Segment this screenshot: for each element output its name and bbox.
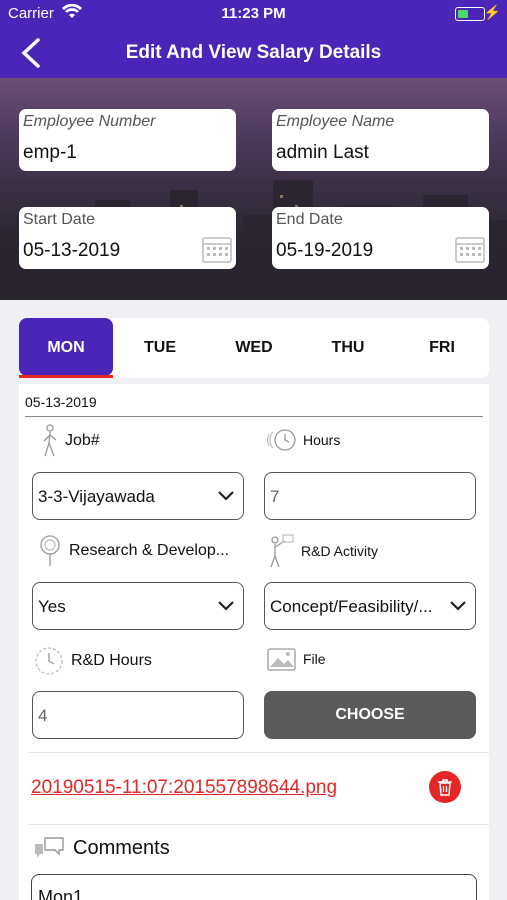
end-date-field[interactable]: End Date 05-19-2019 — [272, 207, 489, 269]
divider — [29, 752, 489, 753]
rd-activity-select[interactable]: Concept/Feasibility/... — [264, 582, 476, 630]
chevron-down-icon — [450, 601, 466, 611]
hours-label: Hours — [267, 428, 340, 452]
rd-activity-label: R&D Activity — [267, 534, 378, 568]
rd-hours-label: R&D Hours — [33, 644, 152, 678]
comments-textarea[interactable]: Mon1 — [31, 874, 477, 900]
active-tab-indicator — [19, 375, 113, 378]
job-label: Job# — [41, 424, 100, 458]
end-date-label: End Date — [276, 211, 343, 228]
stopwatch-icon — [35, 647, 63, 675]
image-icon — [267, 648, 296, 671]
day-tabs: MON TUE WED THU FRI — [19, 318, 489, 378]
employee-name-value: admin Last — [276, 142, 369, 163]
comments-label: Comments — [33, 836, 170, 860]
nav-bar: Edit And View Salary Details — [0, 28, 507, 78]
employee-name-field[interactable]: Employee Name admin Last — [272, 109, 489, 171]
chat-bubbles-icon — [35, 837, 64, 858]
battery-icon — [455, 7, 485, 21]
clock: 11:23 PM — [221, 5, 286, 22]
entry-date: 05-13-2019 — [25, 394, 97, 410]
charging-icon: ⚡ — [483, 4, 501, 20]
start-date-label: Start Date — [23, 211, 96, 228]
rd-hours-input[interactable]: 4 — [32, 691, 244, 739]
divider — [29, 824, 489, 825]
magnifier-research-icon — [40, 535, 60, 566]
start-date-value: 05-13-2019 — [23, 240, 121, 261]
research-label: Research & Develop... — [37, 534, 229, 568]
calendar-icon[interactable] — [455, 235, 485, 263]
attached-file-link[interactable]: 20190515-11:07:201557898644.png — [31, 777, 337, 799]
presenter-icon — [270, 534, 294, 568]
end-date-value: 05-19-2019 — [276, 240, 374, 261]
calendar-icon[interactable] — [202, 235, 232, 263]
chevron-down-icon — [218, 601, 234, 611]
tab-fri[interactable]: FRI — [395, 318, 489, 378]
start-date-field[interactable]: Start Date 05-13-2019 — [19, 207, 236, 269]
header-background: Employee Number emp-1 Employee Name admi… — [0, 78, 507, 300]
clock-icon — [267, 429, 296, 451]
employee-number-field[interactable]: Employee Number emp-1 — [19, 109, 236, 171]
choose-file-button[interactable]: CHOOSE — [264, 691, 476, 739]
file-label: File — [267, 646, 326, 672]
trash-icon — [438, 779, 452, 796]
page-title: Edit And View Salary Details — [125, 42, 382, 63]
hours-input[interactable]: 7 — [264, 472, 476, 520]
chevron-down-icon — [218, 491, 234, 501]
tab-tue[interactable]: TUE — [113, 318, 207, 378]
person-walking-icon — [43, 424, 57, 457]
delete-file-button[interactable] — [429, 771, 461, 803]
employee-name-label: Employee Name — [276, 113, 395, 130]
status-bar: Carrier 11:23 PM ⚡ — [0, 0, 507, 28]
tab-thu[interactable]: THU — [301, 318, 395, 378]
research-select[interactable]: Yes — [32, 582, 244, 630]
job-select[interactable]: 3-3-Vijayawada — [32, 472, 244, 520]
divider — [25, 416, 483, 417]
tab-mon[interactable]: MON — [19, 318, 113, 376]
tab-wed[interactable]: WED — [207, 318, 301, 378]
timesheet-form: 05-13-2019 Job# Hours 3-3-Vijayawada 7 R… — [19, 384, 489, 900]
employee-number-value: emp-1 — [23, 142, 77, 163]
employee-number-label: Employee Number — [23, 113, 156, 130]
